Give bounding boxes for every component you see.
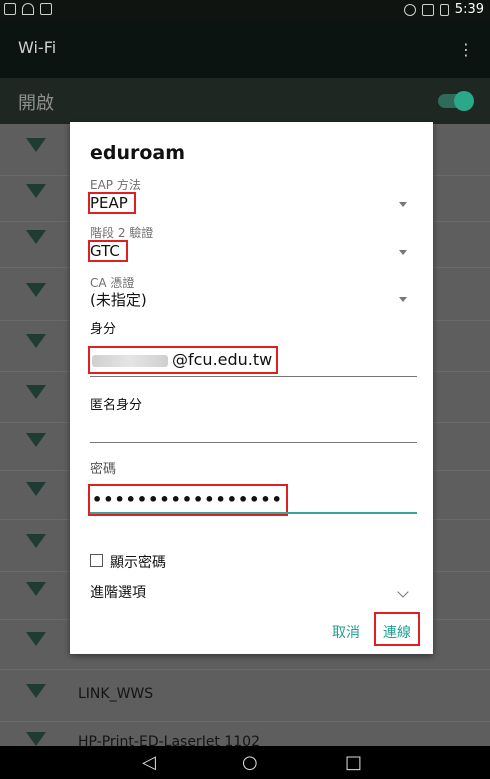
sd-card-icon [40,3,52,15]
phase2-label: 階段 2 驗證 [90,226,154,240]
wifi-icon [26,482,46,496]
wifi-icon [26,534,46,548]
wifi-icon [26,433,46,447]
chevron-down-icon[interactable] [397,586,409,598]
wifi-icon [26,582,46,596]
location-icon [403,3,416,16]
screenshot-icon [4,3,16,15]
eap-method-label: EAP 方法 [90,178,141,192]
status-bar: 5:39 [0,0,490,20]
password-input[interactable]: ••••••••••••••••• [92,490,283,509]
wifi-switch[interactable] [438,91,474,111]
home-icon[interactable]: ○ [242,752,258,773]
connect-button[interactable]: 連線 [383,622,411,642]
page-title: Wi-Fi [18,38,57,57]
show-password-checkbox[interactable] [90,554,103,567]
chevron-down-icon[interactable] [399,297,407,302]
wifi-toggle-label: 開啟 [18,93,54,114]
advanced-options-toggle[interactable]: 進階選項 [90,582,146,602]
back-icon[interactable]: ◁ [142,752,156,773]
signal-icon [421,3,434,16]
wifi-toggle-bar[interactable]: 開啟 [0,78,490,124]
identity-input[interactable]: @fcu.edu.tw [92,350,272,369]
wifi-icon [26,632,46,646]
more-vert-icon[interactable]: ⋮ [458,40,474,59]
switch-knob [454,91,474,111]
clock: 5:39 [454,2,484,17]
identity-label: 身分 [90,322,117,337]
chevron-down-icon[interactable] [399,202,407,207]
ca-cert-select[interactable]: (未指定) [90,289,147,310]
wifi-icon [26,334,46,348]
wifi-icon [26,385,46,399]
wifi-icon [26,684,46,698]
redacted-username [92,354,168,367]
chevron-down-icon[interactable] [399,250,407,255]
identity-underline [90,376,417,377]
wifi-icon [26,184,46,198]
wifi-icon [26,230,46,244]
wifi-icon [26,732,46,746]
eap-method-select[interactable]: PEAP [90,194,128,212]
battery-icon [439,3,449,16]
phase2-select[interactable]: GTC [90,242,120,260]
wifi-icon [26,138,46,152]
wifi-connect-dialog: eduroam EAP 方法 PEAP 階段 2 驗證 GTC CA 憑證 (未… [70,122,433,654]
app-bar: Wi-Fi ⋮ [0,20,490,78]
dialog-title: eduroam [90,142,186,164]
system-nav-bar: ◁ ○ □ [0,746,490,779]
cancel-button[interactable]: 取消 [332,622,360,642]
password-underline [90,512,417,514]
network-item[interactable]: LINK_WWS [0,670,490,722]
wifi-signal-icon [22,3,34,15]
password-label: 密碼 [90,462,117,477]
show-password-label: 顯示密碼 [110,555,166,571]
recents-icon[interactable]: □ [345,752,362,773]
wifi-icon [26,283,46,297]
anon-identity-underline [90,442,417,443]
anon-identity-label: 匿名身分 [90,398,143,413]
